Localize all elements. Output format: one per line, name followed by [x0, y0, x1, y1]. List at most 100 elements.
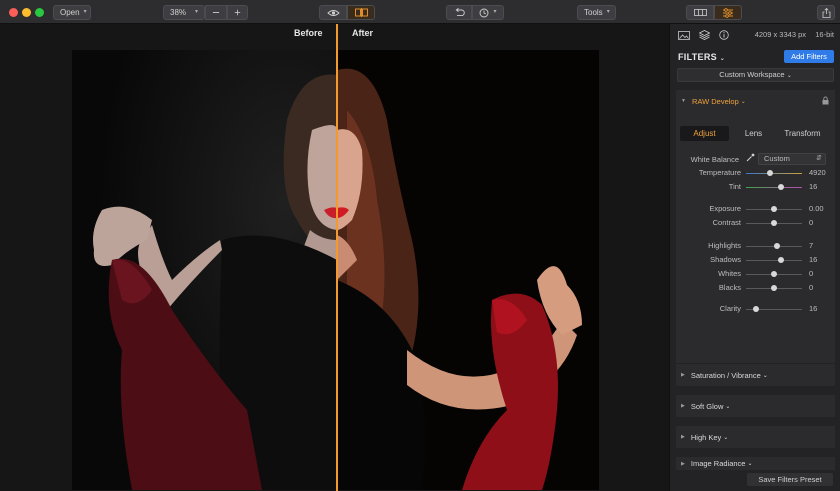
slider-label: Temperature [698, 168, 741, 177]
close-window-button[interactable] [9, 8, 18, 17]
info-icon[interactable] [719, 30, 729, 40]
chevron-down-icon: ⌄ [747, 461, 753, 467]
high-key-section[interactable]: ▶ High Key ⌄ [676, 426, 835, 448]
slider-knob[interactable] [777, 184, 784, 190]
raw-develop-title: RAW Develop [691, 96, 739, 106]
slider-label: Tint [728, 182, 741, 191]
split-view-icon [354, 8, 368, 17]
slider-label: Shadows [710, 255, 741, 264]
undo-button[interactable] [446, 5, 472, 20]
soft-glow-section[interactable]: ▶ Soft Glow ⌄ [676, 395, 835, 417]
chevron-down-icon: ⌄ [762, 372, 768, 379]
tools-button-label: Tools [584, 8, 603, 17]
preview-toggle-button[interactable] [319, 5, 347, 20]
slider-knob[interactable] [774, 243, 781, 249]
adjustments-view-button[interactable] [714, 5, 742, 20]
slider-value: 0 [809, 283, 814, 292]
slider-label: Blacks [718, 283, 741, 292]
slider-clarity: Clarity 16 [670, 304, 840, 316]
zoom-out-button[interactable] [205, 5, 227, 20]
slider-track[interactable] [746, 260, 802, 261]
expand-triangle-icon: ▶ [681, 372, 685, 378]
section-header[interactable]: ▶ Image Radiance ⌄ [676, 457, 835, 470]
section-title: Saturation / Vibrance [690, 370, 761, 380]
image-radiance-section[interactable]: ▶ Image Radiance ⌄ [676, 457, 835, 470]
slider-knob[interactable] [777, 257, 784, 263]
save-filters-preset-button[interactable]: Save Filters Preset [747, 473, 833, 486]
add-filters-button[interactable]: Add Filters [784, 50, 834, 63]
slider-whites: Whites 0 [670, 269, 840, 281]
slider-track[interactable] [746, 173, 802, 174]
slider-track[interactable] [746, 187, 802, 188]
saturation-vibrance-section[interactable]: ▶ Saturation / Vibrance ⌄ [676, 364, 835, 386]
layers-icon[interactable] [699, 30, 710, 40]
zoom-in-button[interactable] [227, 5, 248, 20]
chevron-down-icon: ⌄ [723, 434, 729, 441]
collapse-triangle-icon: ▼ [681, 98, 686, 104]
chevron-down-icon: ▾ [606, 9, 610, 15]
share-button[interactable] [817, 5, 835, 20]
expand-triangle-icon: ▶ [681, 434, 685, 440]
chevron-down-icon: ▾ [194, 9, 198, 15]
section-header[interactable]: ▶ Soft Glow ⌄ [676, 395, 835, 417]
slider-value: 0 [809, 218, 814, 227]
zoom-select[interactable]: 38% ▾ [163, 5, 205, 20]
eye-icon [326, 9, 340, 16]
raw-develop-tabs: Adjust Lens Transform [680, 126, 827, 141]
filters-title[interactable]: FILTERS ⌄ [678, 52, 725, 62]
slider-value: 16 [809, 255, 818, 264]
minimize-window-button[interactable] [22, 8, 31, 17]
before-label: Before [294, 28, 323, 38]
updown-arrows-icon: ⇵ [816, 155, 822, 162]
section-title: Soft Glow [690, 401, 724, 411]
expand-triangle-icon: ▶ [681, 403, 685, 409]
open-button-label: Open [60, 8, 80, 17]
compare-split-button[interactable] [347, 5, 375, 20]
tab-adjust[interactable]: Adjust [680, 126, 729, 141]
open-button[interactable]: Open ▾ [53, 5, 91, 20]
image-dimensions: 4209 x 3343 px [754, 30, 806, 39]
slider-value: 7 [809, 241, 814, 250]
slider-knob[interactable] [771, 206, 777, 212]
zoom-window-button[interactable] [35, 8, 44, 17]
toolbar: Open ▾ 38% ▾ ▾ Tools ▾ [0, 0, 840, 24]
chevron-down-icon: ⌄ [719, 56, 726, 62]
slider-knob[interactable] [766, 170, 773, 176]
history-button[interactable]: ▾ [472, 5, 504, 20]
image-canvas[interactable] [0, 24, 669, 491]
slider-shadows: Shadows 16 [670, 255, 840, 267]
tab-lens[interactable]: Lens [729, 126, 778, 141]
slider-value: 0 [809, 269, 814, 278]
chevron-down-icon: ▾ [493, 9, 497, 15]
slider-label: Contrast [712, 218, 741, 227]
browser-view-button[interactable] [686, 5, 714, 20]
filmstrip-icon [693, 9, 707, 16]
section-header[interactable]: ▶ High Key ⌄ [676, 426, 835, 448]
tab-transform[interactable]: Transform [778, 126, 827, 141]
workspace-select[interactable]: Custom Workspace ⌄ [677, 68, 834, 82]
slider-label: Whites [718, 269, 741, 278]
raw-develop-header[interactable]: ▼ RAW Develop ⌄ [676, 90, 835, 112]
image-icon[interactable] [678, 30, 690, 40]
slider-value: 4920 [809, 168, 826, 177]
section-header[interactable]: ▶ Saturation / Vibrance ⌄ [676, 364, 835, 386]
slider-knob[interactable] [771, 220, 777, 226]
slider-knob[interactable] [753, 306, 760, 312]
section-title: High Key [690, 432, 722, 442]
slider-tint: Tint 16 [670, 182, 840, 194]
chevron-down-icon: ▾ [83, 9, 87, 15]
slider-highlights: Highlights 7 [670, 241, 840, 253]
slider-blacks: Blacks 0 [670, 283, 840, 295]
white-balance-select[interactable]: Custom ⇵ [758, 153, 826, 165]
slider-label: Exposure [709, 204, 741, 213]
white-balance-value: Custom [764, 154, 790, 163]
lock-icon[interactable] [822, 96, 829, 105]
slider-knob[interactable] [771, 285, 777, 291]
eyedropper-icon[interactable] [746, 153, 755, 162]
slider-temperature: Temperature 4920 [670, 168, 840, 180]
slider-knob[interactable] [771, 271, 777, 277]
slider-contrast: Contrast 0 [670, 218, 840, 230]
before-after-divider[interactable] [336, 24, 338, 491]
share-icon [822, 7, 830, 18]
tools-button[interactable]: Tools ▾ [577, 5, 616, 20]
